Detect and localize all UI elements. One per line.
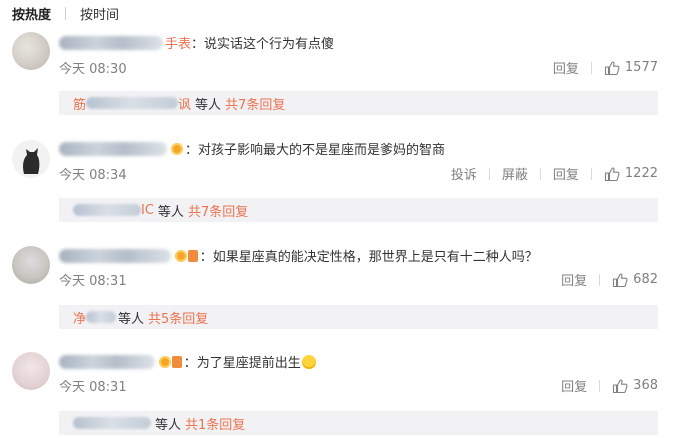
thumbs-up-icon [604,167,620,181]
tab-sort-by-time[interactable]: 按时间 [80,4,119,23]
comment-actions: 投诉 屏蔽 回复 1222 [451,164,658,183]
fan-medal [175,249,198,262]
reply-username-blurred[interactable] [73,204,141,216]
like-count: 682 [633,272,658,287]
comment-actions: 回复 1577 [553,58,658,77]
avatar[interactable] [12,352,50,390]
reply-others-text: 等人 [157,204,184,220]
reply-username[interactable]: 净 [73,308,86,327]
reply-username-blurred[interactable] [86,311,117,323]
reply-username-blurred[interactable] [73,417,151,429]
comment-time: 今天 08:34 [59,168,127,183]
tab-sort-by-hot[interactable]: 按热度 [12,4,51,23]
reply-others-text: 等人 [155,417,182,433]
comment-text: ：说实话这个行为有点傻 [191,37,335,52]
reply-others-text: 等人 [195,97,222,113]
like-button[interactable]: 682 [612,272,658,288]
fan-medal [159,355,182,368]
username-blurred[interactable] [59,354,155,369]
reply-button[interactable]: 回复 [553,58,579,77]
comment-actions: 回复 682 [561,270,658,289]
comment-actions: 回复 368 [561,376,658,395]
replies-summary[interactable]: 等人 共1条回复 [59,411,658,435]
reply-button[interactable]: 回复 [553,164,579,183]
reply-count-link[interactable]: 共5条回复 [148,308,208,327]
username-suffix[interactable]: 手表 [165,33,191,52]
username-blurred[interactable] [59,248,171,263]
username-blurred[interactable] [59,141,167,156]
reply-username-suffix[interactable]: IC [141,203,154,218]
comment-text: ：对孩子影响最大的不是星座而是爹妈的智商 [185,143,446,158]
tab-divider [65,6,67,20]
medal-badge [172,355,182,368]
thumbs-up-icon [613,273,628,287]
cat-silhouette-icon [23,148,40,174]
block-button[interactable]: 屏蔽 [502,164,528,183]
avatar[interactable] [12,140,50,178]
action-divider [488,167,490,180]
replies-summary[interactable]: IC 等人 共7条回复 [59,198,658,222]
medal-badge [188,249,198,262]
like-count: 1577 [624,60,658,75]
thumbs-up-icon [604,61,620,75]
comment-text: ：为了星座提前出生 [183,356,301,371]
reply-username-suffix[interactable]: 讽 [178,94,191,113]
action-divider [590,167,592,180]
comment-text: ：如果星座真的能决定性格，那世界上是只有十二种人吗？ [199,250,538,265]
like-count: 368 [633,378,658,393]
action-divider [590,61,592,74]
comment-line: ：如果星座真的能决定性格，那世界上是只有十二种人吗？ [59,246,538,265]
report-button[interactable]: 投诉 [451,164,477,183]
sleepy-face-emoji-icon [301,354,316,369]
username-blurred[interactable] [59,35,163,50]
avatar[interactable] [12,246,50,284]
action-divider [539,167,541,180]
sort-tabs: 按热度 按时间 [12,3,119,23]
comment-line: ：为了星座提前出生 [59,352,316,371]
reply-count-link[interactable]: 共7条回复 [188,201,248,220]
comment-line: ：对孩子影响最大的不是星座而是爹妈的智商 [59,139,445,158]
comment-time: 今天 08:31 [59,274,127,289]
medal-icon [175,249,187,262]
like-count: 1222 [624,166,658,181]
reply-others-text: 等人 [118,311,145,327]
like-button[interactable]: 1222 [604,166,658,182]
reply-count-link[interactable]: 共7条回复 [225,94,285,113]
fan-medal [171,142,183,155]
reply-count-link[interactable]: 共1条回复 [185,414,245,433]
replies-summary[interactable]: 筋 讽 等人 共7条回复 [59,91,658,115]
medal-icon [171,142,183,155]
comment-line: 手表 ：说实话这个行为有点傻 [59,33,334,52]
reply-button[interactable]: 回复 [561,376,587,395]
reply-username[interactable]: 筋 [73,94,86,113]
thumbs-up-icon [613,379,628,393]
action-divider [599,273,601,286]
reply-username-blurred[interactable] [86,97,179,109]
replies-summary[interactable]: 净 等人 共5条回复 [59,305,658,329]
medal-icon [159,355,171,368]
comment-time: 今天 08:30 [59,62,127,77]
like-button[interactable]: 368 [612,378,658,394]
action-divider [599,379,601,392]
avatar[interactable] [12,32,50,70]
comment-time: 今天 08:31 [59,380,127,395]
reply-button[interactable]: 回复 [561,270,587,289]
like-button[interactable]: 1577 [604,60,658,76]
